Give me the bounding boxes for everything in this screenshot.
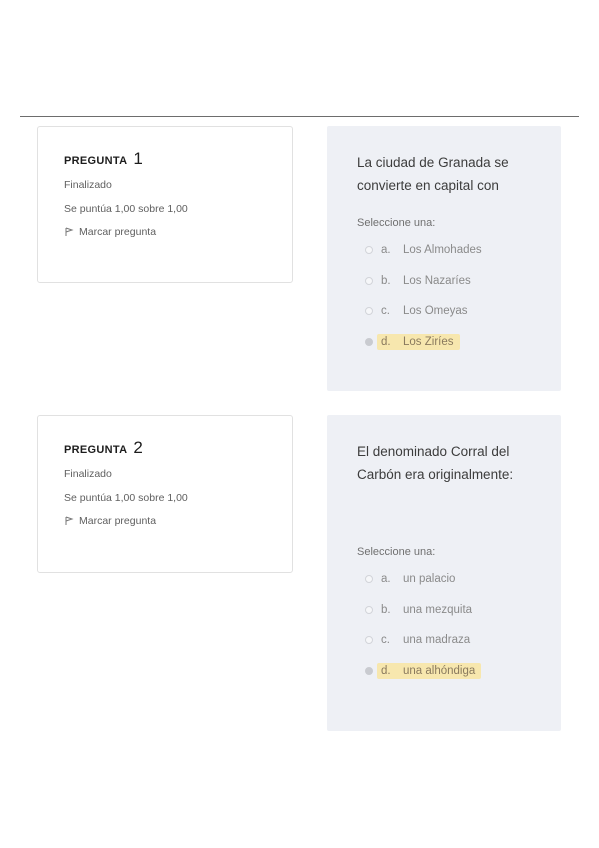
option-letter: a. (381, 573, 391, 586)
flag-icon (64, 516, 74, 526)
radio-button[interactable] (365, 307, 373, 316)
radio-button[interactable] (365, 246, 373, 255)
flag-icon (64, 227, 74, 237)
option-text: una madraza (403, 634, 471, 647)
answer-options: a. un palacio b. una mezquita c. una madraz… (357, 564, 541, 686)
question-info-panel: PREGUNTA 2 Finalizado Se puntúa 1,00 sob… (37, 415, 293, 573)
answer-prompt: Seleccione una: (357, 546, 436, 558)
selected-answer-highlight: d. una alhóndiga (377, 662, 482, 679)
question-content-panel: El denominado Corral del Carbón era orig… (327, 415, 561, 731)
radio-button[interactable] (365, 605, 373, 614)
radio-button-checked[interactable] (365, 666, 373, 675)
option-text: Los Nazaríes (403, 274, 471, 287)
question-number-value: 2 (133, 438, 143, 457)
top-divider (20, 116, 579, 117)
answer-option-a[interactable]: a. un palacio (357, 564, 541, 595)
option-text: un palacio (403, 573, 456, 586)
flag-question-link[interactable]: Marcar pregunta (64, 226, 292, 238)
question-info-panel: PREGUNTA 1 Finalizado Se puntúa 1,00 sob… (37, 126, 293, 283)
answer-option-c[interactable]: c. Los Omeyas (357, 296, 541, 327)
answer-options: a. Los Almohades b. Los Nazaríes c. Los Ome… (357, 235, 541, 357)
option-text: Los Almohades (403, 244, 482, 257)
radio-button[interactable] (365, 276, 373, 285)
flag-question-label: Marcar pregunta (79, 515, 157, 527)
question-text: El denominado Corral del Carbón era orig… (357, 444, 514, 482)
option-text: Los Ziríes (403, 335, 454, 348)
question-grade: Se puntúa 1,00 sobre 1,00 (64, 203, 188, 215)
question-content-panel: La ciudad de Granada se convierte en cap… (327, 126, 561, 391)
option-letter: c. (381, 634, 390, 647)
selected-answer-highlight: d. Los Ziríes (377, 333, 460, 350)
question-label: PREGUNTA (64, 155, 128, 167)
flag-question-label: Marcar pregunta (79, 226, 157, 238)
option-letter: d. (381, 335, 391, 348)
answer-option-d[interactable]: d. una alhóndiga (357, 656, 541, 687)
question-label: PREGUNTA (64, 444, 128, 456)
option-text: una mezquita (403, 603, 473, 616)
answer-option-b[interactable]: b. Los Nazaríes (357, 266, 541, 297)
option-letter: b. (381, 274, 391, 287)
option-letter: c. (381, 305, 390, 318)
option-letter: d. (381, 664, 391, 677)
answer-option-c[interactable]: c. una madraza (357, 625, 541, 656)
flag-question-link[interactable]: Marcar pregunta (64, 515, 292, 527)
question-state: Finalizado (64, 179, 112, 191)
question-number: PREGUNTA 2 (64, 438, 292, 460)
radio-button[interactable] (365, 575, 373, 584)
question-text: La ciudad de Granada se convierte en cap… (357, 155, 509, 193)
answer-option-d[interactable]: d. Los Ziríes (357, 327, 541, 358)
answer-prompt: Seleccione una: (357, 217, 436, 229)
option-letter: b. (381, 603, 391, 616)
option-letter: a. (381, 244, 391, 257)
radio-button-checked[interactable] (365, 337, 373, 346)
option-text: una alhóndiga (403, 664, 476, 677)
answer-option-b[interactable]: b. una mezquita (357, 595, 541, 626)
radio-button[interactable] (365, 636, 373, 645)
question-grade: Se puntúa 1,00 sobre 1,00 (64, 492, 188, 504)
question-state: Finalizado (64, 468, 112, 480)
answer-option-a[interactable]: a. Los Almohades (357, 235, 541, 266)
option-text: Los Omeyas (403, 305, 468, 318)
question-number-value: 1 (133, 149, 143, 168)
question-number: PREGUNTA 1 (64, 149, 292, 171)
